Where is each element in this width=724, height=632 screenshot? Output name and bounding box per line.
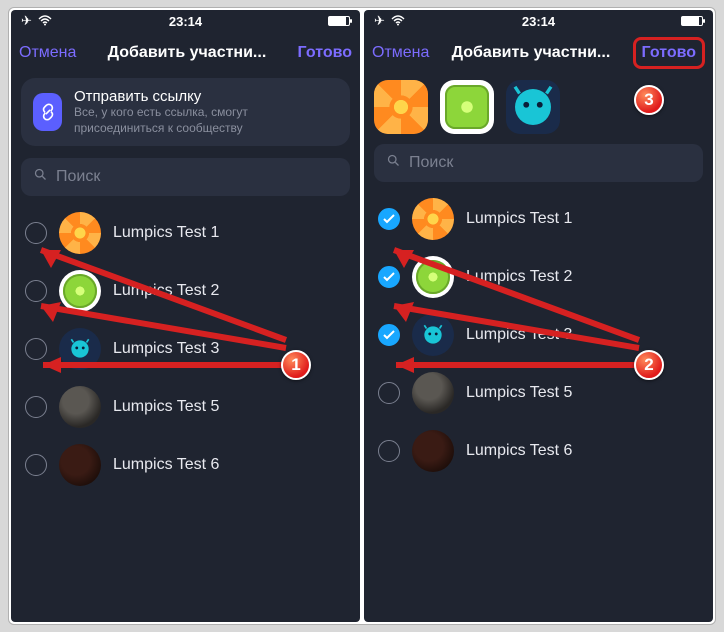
- selected-avatar[interactable]: [374, 80, 428, 134]
- avatar: [412, 314, 454, 356]
- contact-row[interactable]: Lumpics Test 1: [11, 204, 360, 262]
- phone-right: ✈ 23:14 Отмена Добавить участни... Готов…: [364, 10, 713, 622]
- battery-icon: [681, 16, 703, 26]
- link-icon: [33, 93, 62, 131]
- search-icon: [33, 167, 48, 187]
- checkbox[interactable]: [25, 396, 47, 418]
- avatar: [412, 256, 454, 298]
- nav-bar: Отмена Добавить участни... Готово: [364, 32, 713, 74]
- done-button[interactable]: Готово: [633, 37, 705, 69]
- checkbox[interactable]: [25, 454, 47, 476]
- contact-label: Lumpics Test 1: [113, 224, 219, 242]
- avatar: [59, 270, 101, 312]
- contact-label: Lumpics Test 6: [113, 456, 219, 474]
- nav-title: Добавить участни...: [429, 44, 632, 62]
- contact-row[interactable]: Lumpics Test 2: [11, 262, 360, 320]
- checkbox[interactable]: [25, 222, 47, 244]
- status-bar: ✈ 23:14: [364, 10, 713, 32]
- contact-row[interactable]: Lumpics Test 1: [364, 190, 713, 248]
- search-placeholder: Поиск: [56, 168, 100, 186]
- link-card-subtitle: Все, у кого есть ссылка, смогут присоеди…: [74, 105, 338, 136]
- avatar: [59, 328, 101, 370]
- airplane-icon: ✈: [374, 13, 385, 29]
- cancel-button[interactable]: Отмена: [19, 44, 76, 62]
- send-link-card[interactable]: Отправить ссылку Все, у кого есть ссылка…: [21, 78, 350, 146]
- avatar: [59, 444, 101, 486]
- comparison-frame: ✈ 23:14 Отмена Добавить участни... Готов…: [8, 7, 716, 625]
- battery-icon: [328, 16, 350, 26]
- clock: 23:14: [169, 14, 202, 29]
- contact-label: Lumpics Test 2: [466, 268, 572, 286]
- search-input[interactable]: Поиск: [21, 158, 350, 196]
- search-input[interactable]: Поиск: [374, 144, 703, 182]
- contact-row[interactable]: Lumpics Test 6: [364, 422, 713, 480]
- contact-label: Lumpics Test 3: [113, 340, 219, 358]
- search-icon: [386, 153, 401, 173]
- airplane-icon: ✈: [21, 13, 32, 29]
- avatar: [59, 212, 101, 254]
- nav-bar: Отмена Добавить участни... Готово: [11, 32, 360, 74]
- clock: 23:14: [522, 14, 555, 29]
- cancel-button[interactable]: Отмена: [372, 44, 429, 62]
- checkbox[interactable]: [378, 440, 400, 462]
- contact-label: Lumpics Test 5: [466, 384, 572, 402]
- done-button[interactable]: Готово: [298, 44, 352, 62]
- contact-label: Lumpics Test 1: [466, 210, 572, 228]
- nav-title: Добавить участни...: [76, 44, 297, 62]
- contact-label: Lumpics Test 6: [466, 442, 572, 460]
- checkbox[interactable]: [25, 338, 47, 360]
- contact-row[interactable]: Lumpics Test 2: [364, 248, 713, 306]
- avatar: [412, 372, 454, 414]
- avatar: [412, 430, 454, 472]
- contact-row[interactable]: Lumpics Test 6: [11, 436, 360, 494]
- checkbox[interactable]: [378, 382, 400, 404]
- checkbox[interactable]: [378, 324, 400, 346]
- contact-list: Lumpics Test 1 Lumpics Test 2 Lumpics Te…: [11, 204, 360, 622]
- checkbox[interactable]: [378, 266, 400, 288]
- wifi-icon: [391, 14, 405, 29]
- contact-label: Lumpics Test 3: [466, 326, 572, 344]
- avatar: [59, 386, 101, 428]
- selected-avatar[interactable]: [440, 80, 494, 134]
- avatar: [412, 198, 454, 240]
- contact-row[interactable]: Lumpics Test 5: [364, 364, 713, 422]
- phone-left: ✈ 23:14 Отмена Добавить участни... Готов…: [11, 10, 360, 622]
- contact-list: Lumpics Test 1 Lumpics Test 2 Lumpics Te…: [364, 190, 713, 622]
- checkbox[interactable]: [25, 280, 47, 302]
- contact-row[interactable]: Lumpics Test 3: [364, 306, 713, 364]
- link-card-title: Отправить ссылку: [74, 88, 338, 105]
- selected-avatars: [374, 80, 703, 134]
- search-placeholder: Поиск: [409, 154, 453, 172]
- contact-label: Lumpics Test 2: [113, 282, 219, 300]
- selected-avatar[interactable]: [506, 80, 560, 134]
- contact-row[interactable]: Lumpics Test 3: [11, 320, 360, 378]
- wifi-icon: [38, 14, 52, 29]
- contact-row[interactable]: Lumpics Test 5: [11, 378, 360, 436]
- status-bar: ✈ 23:14: [11, 10, 360, 32]
- checkbox[interactable]: [378, 208, 400, 230]
- contact-label: Lumpics Test 5: [113, 398, 219, 416]
